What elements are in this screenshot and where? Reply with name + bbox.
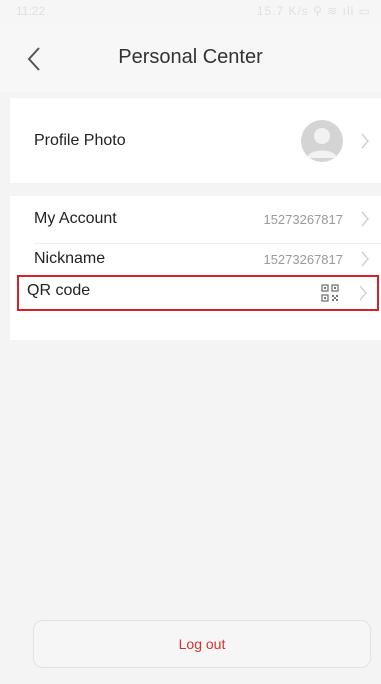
nav-bar: Personal Center [0, 26, 381, 92]
page-title: Personal Center [118, 46, 263, 68]
logout-button[interactable]: Log out [33, 620, 371, 668]
chevron-right-icon [361, 133, 369, 148]
my-account-row[interactable]: My Account 15273267817 [10, 196, 381, 242]
avatar[interactable] [301, 120, 343, 162]
status-bar: 11:22 15.7 K/s ⚲ ≋ ıll ▭ [0, 0, 381, 26]
qr-code-row[interactable]: QR code [17, 275, 379, 311]
status-time: 11:22 [16, 4, 46, 18]
qr-code-icon [321, 284, 339, 302]
nickname-label: Nickname [34, 250, 106, 267]
chevron-right-icon [359, 285, 367, 301]
avatar-placeholder-icon [307, 128, 337, 158]
qr-code-label: QR code [27, 282, 91, 299]
status-indicators: 15.7 K/s ⚲ ≋ ıll ▭ [256, 4, 371, 18]
profile-photo-row[interactable]: Profile Photo [10, 98, 381, 183]
profile-group: Profile Photo [10, 98, 381, 183]
account-group: My Account 15273267817 Nickname 15273267… [10, 196, 381, 340]
chevron-right-icon [361, 211, 369, 227]
nickname-value: 15273267817 [263, 251, 343, 267]
my-account-value: 15273267817 [263, 211, 343, 227]
nickname-row[interactable]: Nickname 15273267817 [10, 244, 381, 274]
chevron-right-icon [361, 251, 369, 267]
my-account-label: My Account [34, 210, 117, 227]
profile-photo-label: Profile Photo [34, 131, 126, 149]
